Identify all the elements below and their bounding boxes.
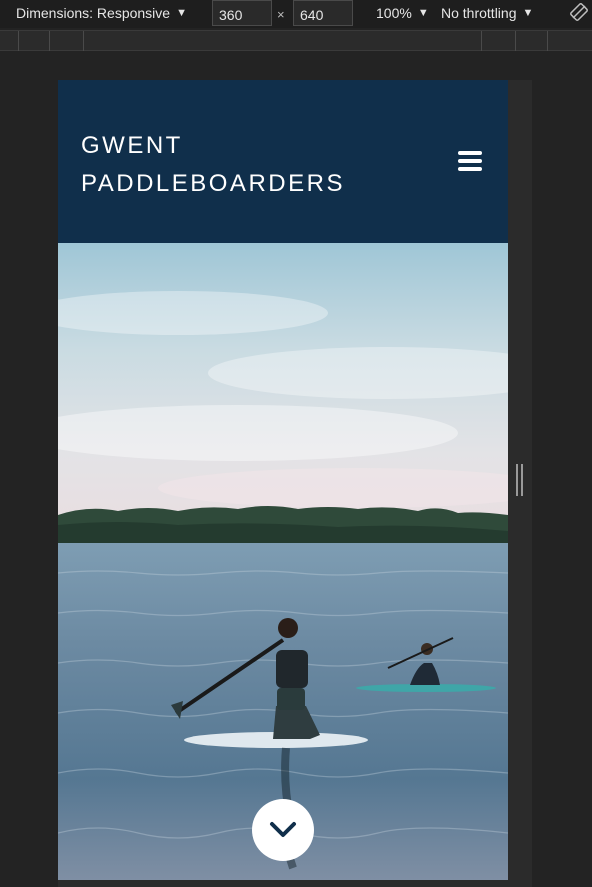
rotate-icon[interactable] [570, 3, 588, 21]
dimensions-dropdown[interactable]: Dimensions: Responsive ▼ [16, 5, 187, 21]
width-input[interactable] [212, 0, 272, 26]
resize-handle-icon[interactable] [516, 464, 524, 496]
throttling-dropdown[interactable]: No throttling ▼ [441, 5, 533, 21]
hamburger-menu-icon[interactable] [458, 151, 482, 171]
emulated-page: GWENT PADDLEBOARDERS [58, 80, 508, 880]
media-query-bar [0, 30, 592, 51]
throttling-caret-icon: ▼ [522, 7, 534, 19]
site-logo-text[interactable]: GWENT PADDLEBOARDERS [81, 127, 345, 203]
dimensions-caret-icon: ▼ [176, 7, 187, 19]
hero-image [58, 243, 508, 880]
zoom-dropdown[interactable]: 100% ▼ [376, 5, 429, 21]
ruler-segment[interactable] [481, 31, 482, 51]
site-header: GWENT PADDLEBOARDERS [58, 80, 508, 243]
ruler-segment[interactable] [547, 31, 548, 51]
scroll-down-button[interactable] [252, 799, 314, 861]
ruler-segment[interactable] [515, 31, 516, 51]
zoom-caret-icon: ▼ [417, 7, 429, 19]
height-input[interactable] [293, 0, 353, 26]
ruler-segment[interactable] [49, 31, 50, 51]
chevron-down-icon [270, 822, 296, 837]
dimension-separator: × [277, 7, 285, 22]
zoom-label: 100% [376, 5, 412, 21]
throttling-label: No throttling [441, 5, 517, 21]
brand-line-1: GWENT [81, 132, 183, 159]
ruler-segment[interactable] [83, 31, 84, 51]
paddleboarders-photo [58, 243, 508, 880]
device-toolbar: Dimensions: Responsive ▼ × 100% ▼ No thr… [0, 0, 592, 28]
ruler-segment[interactable] [18, 31, 19, 51]
brand-line-2: PADDLEBOARDERS [81, 170, 345, 197]
dimensions-label: Dimensions: Responsive [16, 5, 171, 21]
